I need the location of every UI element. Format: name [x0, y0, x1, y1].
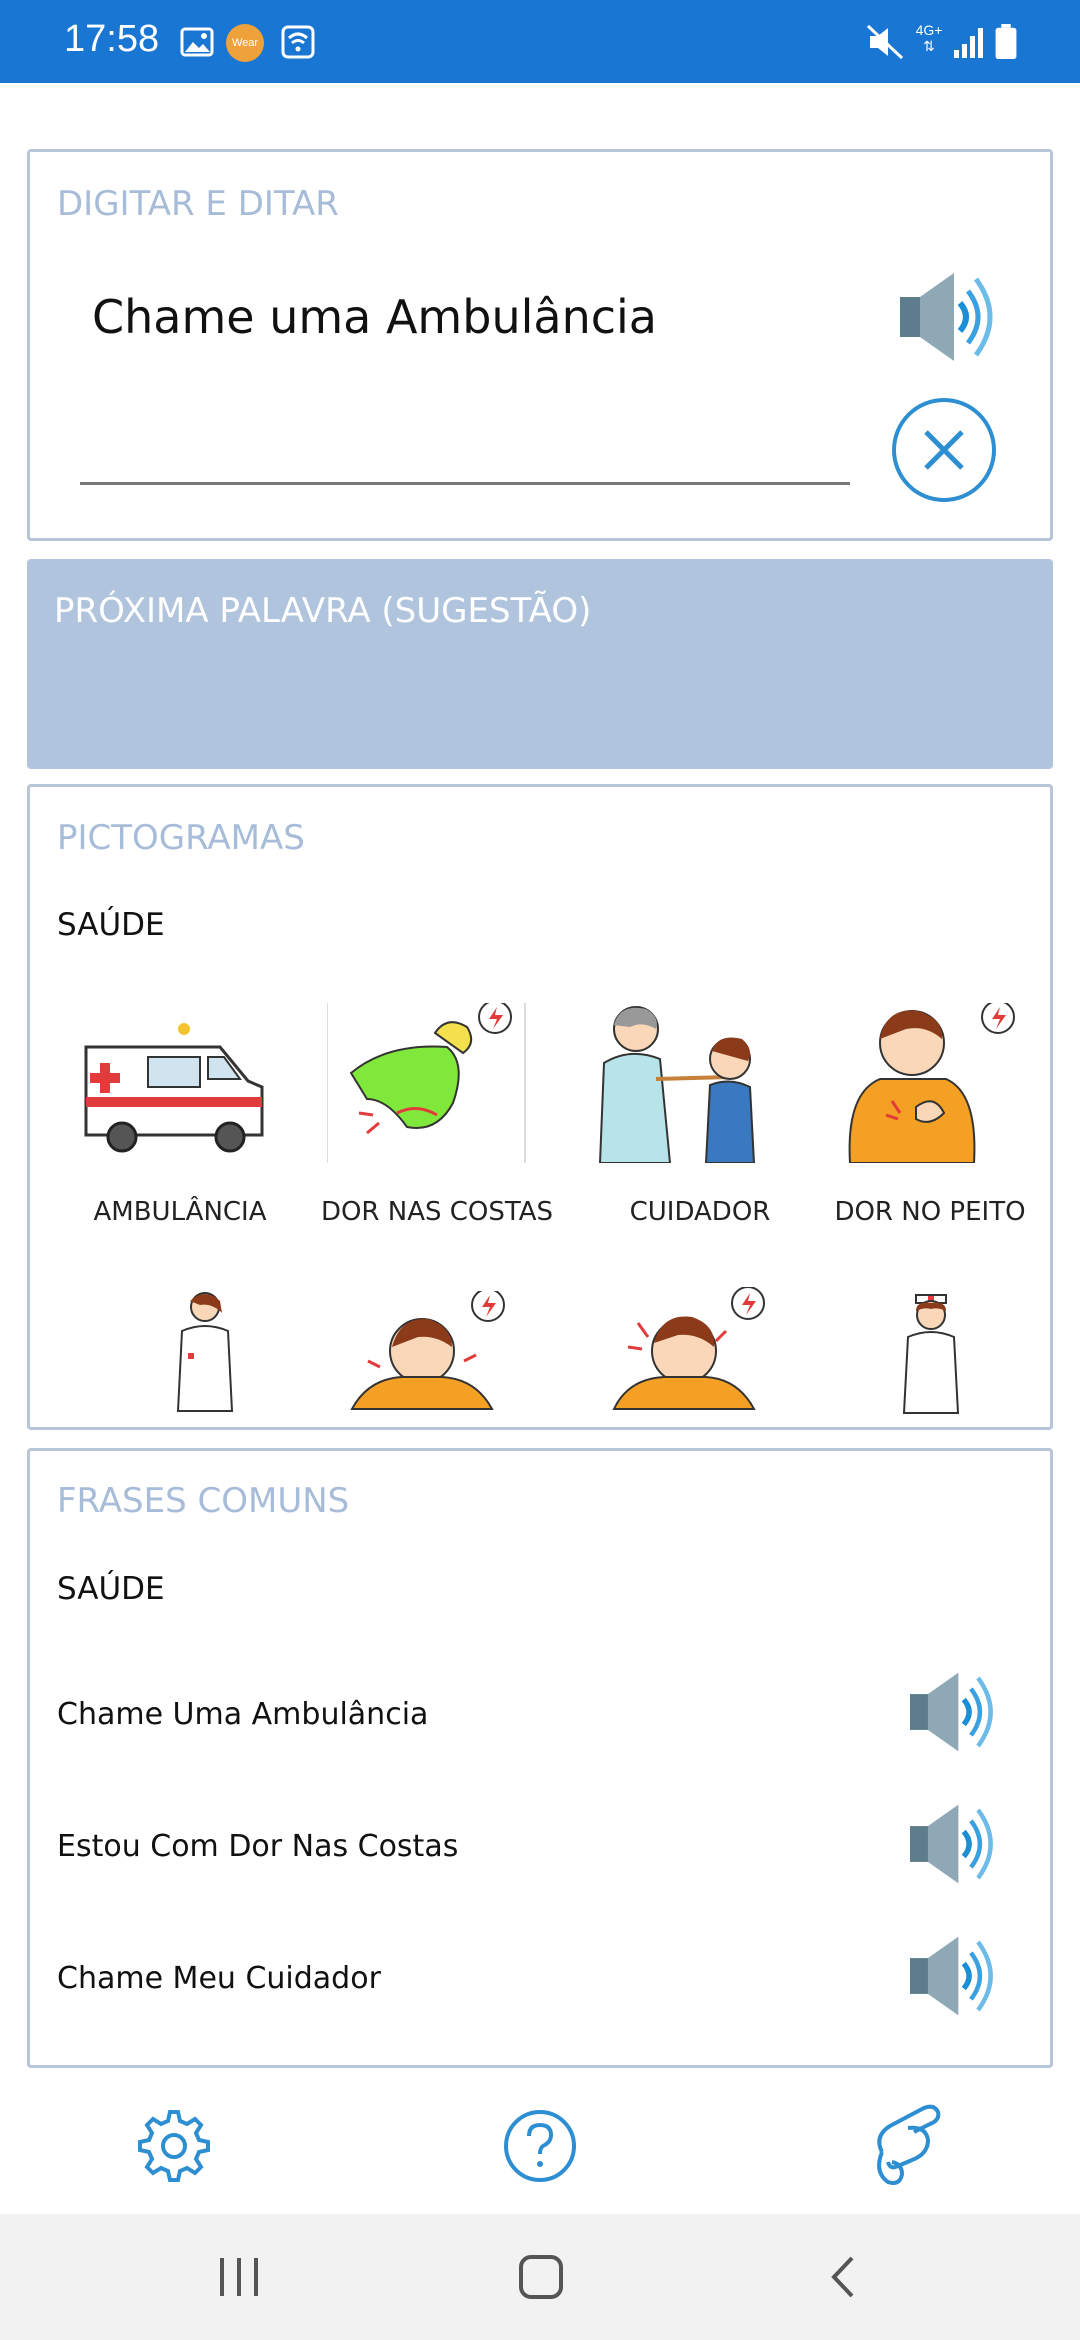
image-icon: [180, 27, 214, 57]
phrase-row[interactable]: Estou Com Dor Nas Costas: [30, 1793, 1050, 1903]
recent-apps-icon[interactable]: [214, 2252, 264, 2302]
status-bar: 17:58 Wear 4G+ ⇅: [0, 0, 1080, 83]
pictogram-label: DOR NO PEITO: [834, 1197, 1026, 1227]
battery-icon: [995, 24, 1017, 60]
hand-gesture-icon[interactable]: [868, 2102, 948, 2188]
pictogram-label: AMBULÂNCIA: [93, 1197, 267, 1227]
wear-icon: Wear: [226, 24, 264, 62]
typed-text[interactable]: Chame uma Ambulância: [92, 290, 657, 344]
phrase-text: Chame Uma Ambulância: [57, 1697, 429, 1732]
phrase-row[interactable]: Chame Meu Cuidador: [30, 1925, 1050, 2035]
speaker-icon[interactable]: [908, 1933, 998, 2019]
pictogram-back-pain[interactable]: DOR NAS COSTAS: [321, 1003, 553, 1237]
chest-pain-icon: [848, 1003, 1015, 1163]
back-pain-icon: [327, 1003, 526, 1163]
caregiver-icon: [598, 1006, 756, 1163]
type-and-dictate-card: DIGITAR E DITAR Chame uma Ambulância: [27, 149, 1053, 541]
phrase-text: Chame Meu Cuidador: [57, 1961, 381, 1996]
pictogram-label: CUIDADOR: [629, 1197, 771, 1227]
pictogram-caregiver[interactable]: CUIDADOR: [590, 1006, 810, 1237]
pictogram-ambulance[interactable]: AMBULÂNCIA: [70, 1007, 290, 1237]
speaker-icon[interactable]: [898, 269, 998, 365]
system-navigation-bar: [0, 2214, 1080, 2340]
mute-icon: [866, 24, 904, 60]
phrases-category: SAÚDE: [57, 1571, 165, 1607]
phrase-row[interactable]: Chame Uma Ambulância: [30, 1661, 1050, 1771]
head-pain-icon[interactable]: [598, 1287, 788, 1411]
pictograms-category: SAÚDE: [57, 907, 165, 943]
suggestion-title: PRÓXIMA PALAVRA (SUGESTÃO): [54, 591, 592, 631]
home-icon[interactable]: [516, 2252, 566, 2302]
pictograms-title: PICTOGRAMAS: [57, 818, 305, 858]
bottom-toolbar: [0, 2080, 1080, 2214]
wifi-call-icon: [281, 25, 315, 59]
common-phrases-card: FRASES COMUNS SAÚDE Chame Uma Ambulância…: [27, 1448, 1053, 2068]
type-section-title: DIGITAR E DITAR: [57, 184, 339, 224]
pictogram-chest-pain[interactable]: DOR NO PEITO: [830, 1003, 1050, 1237]
clear-button[interactable]: [892, 398, 996, 502]
close-icon: [924, 430, 964, 470]
pictogram-label: DOR NAS COSTAS: [320, 1197, 554, 1227]
phrase-text: Estou Com Dor Nas Costas: [57, 1829, 459, 1864]
doctor-icon[interactable]: [160, 1287, 250, 1417]
gear-icon[interactable]: [134, 2106, 214, 2186]
network-type: 4G+: [915, 22, 943, 38]
back-icon[interactable]: [820, 2252, 870, 2302]
help-icon[interactable]: [500, 2106, 580, 2186]
wear-badge-text: Wear: [231, 37, 259, 49]
headache-icon[interactable]: [348, 1291, 508, 1411]
nurse-icon[interactable]: [886, 1287, 976, 1417]
text-input-underline: [80, 482, 850, 485]
network-icon: 4G+ ⇅: [915, 22, 943, 54]
next-word-suggestion-panel[interactable]: PRÓXIMA PALAVRA (SUGESTÃO): [27, 559, 1053, 769]
speaker-icon[interactable]: [908, 1801, 998, 1887]
speaker-icon[interactable]: [908, 1669, 998, 1755]
status-time: 17:58: [64, 18, 160, 60]
ambulance-icon: [84, 1023, 264, 1153]
signal-icon: [954, 28, 983, 58]
phrases-title: FRASES COMUNS: [57, 1481, 350, 1521]
pictograms-card: PICTOGRAMAS SAÚDE AMBULÂNCIA DOR NAS COS…: [27, 784, 1053, 1430]
